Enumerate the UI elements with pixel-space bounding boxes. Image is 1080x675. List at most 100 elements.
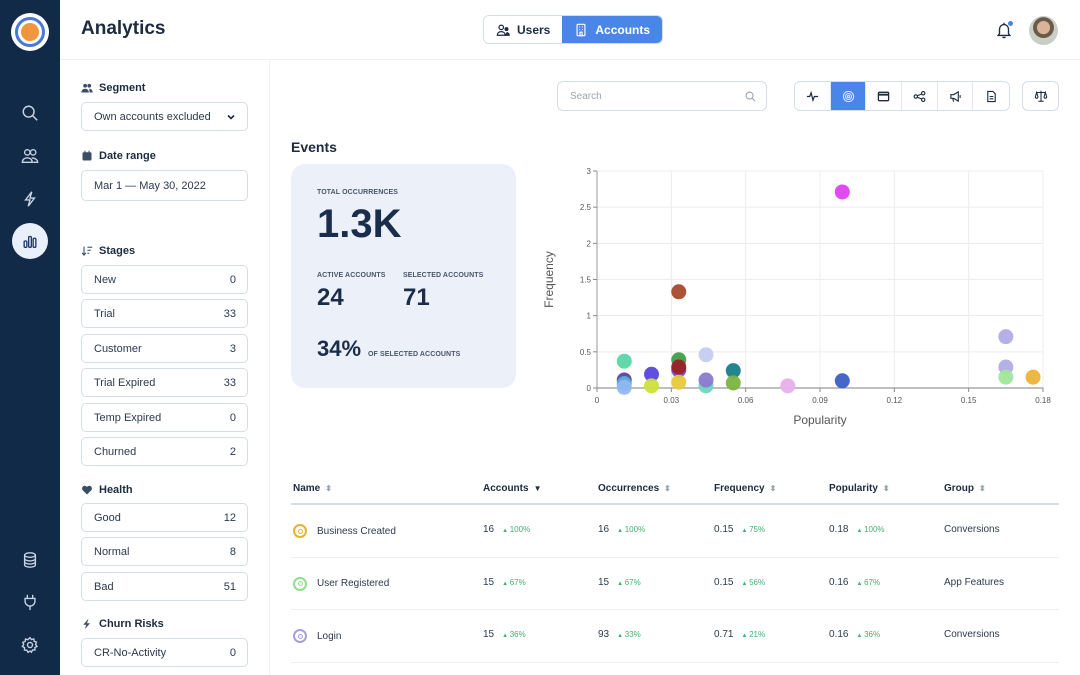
cell-value: 16 bbox=[483, 524, 495, 535]
column-name[interactable]: Name ⬍ bbox=[293, 483, 332, 494]
stage-temp-expired[interactable]: Temp Expired 0 bbox=[81, 403, 248, 432]
health-good[interactable]: Good 12 bbox=[81, 503, 248, 532]
scatter-point[interactable] bbox=[671, 374, 687, 390]
scatter-point[interactable] bbox=[616, 379, 632, 395]
scatter-point[interactable] bbox=[1025, 369, 1041, 385]
x-tick-label: 0.03 bbox=[664, 396, 680, 405]
scatter-point[interactable] bbox=[616, 353, 632, 369]
nav-people[interactable] bbox=[12, 138, 48, 174]
total-occurrences-label: TOTAL OCCURRENCES bbox=[317, 189, 399, 196]
users-accounts-toggle: Users Accounts bbox=[483, 15, 664, 44]
stage-label: Trial bbox=[94, 307, 115, 320]
column-popularity[interactable]: Popularity ⬍ bbox=[829, 483, 890, 494]
date-range-label-text: Date range bbox=[99, 150, 156, 162]
stage-customer[interactable]: Customer 3 bbox=[81, 334, 248, 363]
arrow-up-icon: ▲ bbox=[741, 633, 750, 639]
nav-analytics[interactable] bbox=[12, 223, 48, 259]
view-window[interactable] bbox=[866, 82, 903, 110]
scatter-point[interactable] bbox=[780, 378, 796, 394]
event-target-icon bbox=[293, 629, 307, 643]
delta-value: 36% bbox=[509, 630, 526, 639]
app-logo[interactable] bbox=[11, 13, 49, 51]
health-bad[interactable]: Bad 51 bbox=[81, 572, 248, 601]
cell-frequency: 0.71 ▲ 21% bbox=[714, 629, 765, 640]
scatter-point[interactable] bbox=[644, 378, 660, 394]
scatter-point[interactable] bbox=[725, 375, 741, 391]
sort-icon: ⬍ bbox=[325, 484, 332, 493]
view-pulse[interactable] bbox=[795, 82, 831, 110]
scatter-point[interactable] bbox=[698, 372, 714, 388]
health-label: Health bbox=[81, 484, 133, 496]
nav-integrations[interactable] bbox=[12, 584, 48, 620]
column-label: Group bbox=[944, 483, 974, 494]
churn-risk-no-activity[interactable]: CR-No-Activity 0 bbox=[81, 638, 248, 667]
stage-new[interactable]: New 0 bbox=[81, 265, 248, 294]
table-row[interactable]: Login 15 ▲ 36% 93 ▲ 33% 0.71 ▲ 21% 0.16 ▲ 36% Con… bbox=[291, 610, 1059, 663]
column-label: Accounts bbox=[483, 483, 529, 494]
y-tick-label: 2 bbox=[587, 239, 592, 248]
view-share[interactable] bbox=[902, 82, 938, 110]
calendar-icon bbox=[82, 150, 92, 161]
column-frequency[interactable]: Frequency ⬍ bbox=[714, 483, 776, 494]
date-range-label: Date range bbox=[81, 150, 156, 162]
stage-churned[interactable]: Churned 2 bbox=[81, 437, 248, 466]
column-occurrences[interactable]: Occurrences ⬍ bbox=[598, 483, 671, 494]
segment-dropdown[interactable]: Own accounts excluded bbox=[81, 102, 248, 131]
delta-value: 36% bbox=[864, 630, 881, 639]
nav-data[interactable] bbox=[12, 542, 48, 578]
nav-events[interactable] bbox=[12, 181, 48, 217]
nav-settings[interactable] bbox=[12, 627, 48, 663]
cell-popularity: 0.16 ▲ 36% bbox=[829, 629, 880, 640]
x-tick-label: 0.12 bbox=[887, 396, 903, 405]
view-announce[interactable] bbox=[937, 82, 974, 110]
page-title: Analytics bbox=[81, 18, 166, 39]
view-target[interactable] bbox=[830, 82, 867, 110]
scatter-point[interactable] bbox=[834, 184, 850, 200]
cell-popularity: 0.18 ▲ 100% bbox=[829, 524, 885, 535]
toggle-users[interactable]: Users bbox=[484, 16, 563, 43]
toggle-accounts[interactable]: Accounts bbox=[562, 16, 663, 43]
health-normal[interactable]: Normal 8 bbox=[81, 537, 248, 566]
stage-trial[interactable]: Trial 33 bbox=[81, 299, 248, 328]
date-range-input[interactable]: Mar 1 — May 30, 2022 bbox=[81, 170, 248, 201]
scatter-point[interactable] bbox=[671, 284, 687, 300]
stage-count: 33 bbox=[223, 376, 236, 389]
y-tick-label: 3 bbox=[587, 167, 592, 176]
events-stats-card: TOTAL OCCURRENCES 1.3K ACTIVE ACCOUNTS 2… bbox=[291, 164, 516, 388]
search-input[interactable] bbox=[570, 82, 740, 110]
delta-up: ▲ 21% bbox=[741, 630, 765, 639]
cell-value: 0.16 bbox=[829, 576, 849, 588]
arrow-up-icon: ▲ bbox=[741, 528, 750, 534]
delta-up: ▲ 36% bbox=[856, 630, 880, 639]
health-item-label: Normal bbox=[94, 545, 130, 558]
scatter-point[interactable] bbox=[998, 369, 1014, 385]
plug-icon bbox=[24, 594, 36, 611]
compare-button[interactable] bbox=[1022, 81, 1059, 111]
view-switcher bbox=[794, 81, 1011, 111]
user-avatar[interactable] bbox=[1029, 16, 1058, 45]
cell-value: Conversions bbox=[944, 629, 1000, 640]
scale-icon bbox=[1034, 90, 1047, 102]
scatter-point[interactable] bbox=[671, 359, 687, 375]
stage-trial-expired[interactable]: Trial Expired 33 bbox=[81, 368, 248, 397]
stages-label-text: Stages bbox=[99, 245, 136, 257]
scatter-point[interactable] bbox=[834, 373, 850, 389]
scatter-point[interactable] bbox=[698, 347, 714, 363]
column-accounts[interactable]: Accounts ▼ bbox=[483, 483, 541, 494]
churn-risks-label: Churn Risks bbox=[81, 618, 164, 630]
cell-name: Login bbox=[293, 629, 341, 643]
arrow-up-icon: ▲ bbox=[741, 580, 750, 587]
filters-panel: Segment Own accounts excluded Date range… bbox=[60, 60, 270, 675]
table-row[interactable]: User Registered 15 ▲ 67% 15 ▲ 67% 0.15 ▲ 56% 0.… bbox=[291, 558, 1059, 610]
view-document[interactable] bbox=[973, 82, 1010, 110]
nav-search[interactable] bbox=[12, 95, 48, 131]
stage-label: Churned bbox=[94, 445, 137, 458]
scatter-point[interactable] bbox=[998, 329, 1014, 345]
y-tick-label: 0 bbox=[587, 384, 592, 393]
pulse-icon bbox=[806, 90, 818, 102]
table-row[interactable]: Business Created 16 ▲ 100% 16 ▲ 100% 0.15 ▲ 75… bbox=[291, 505, 1059, 558]
x-tick-label: 0.06 bbox=[738, 396, 754, 405]
health-item-label: Good bbox=[94, 511, 121, 524]
column-group[interactable]: Group ⬍ bbox=[944, 483, 986, 494]
segment-label: Segment bbox=[81, 82, 145, 94]
